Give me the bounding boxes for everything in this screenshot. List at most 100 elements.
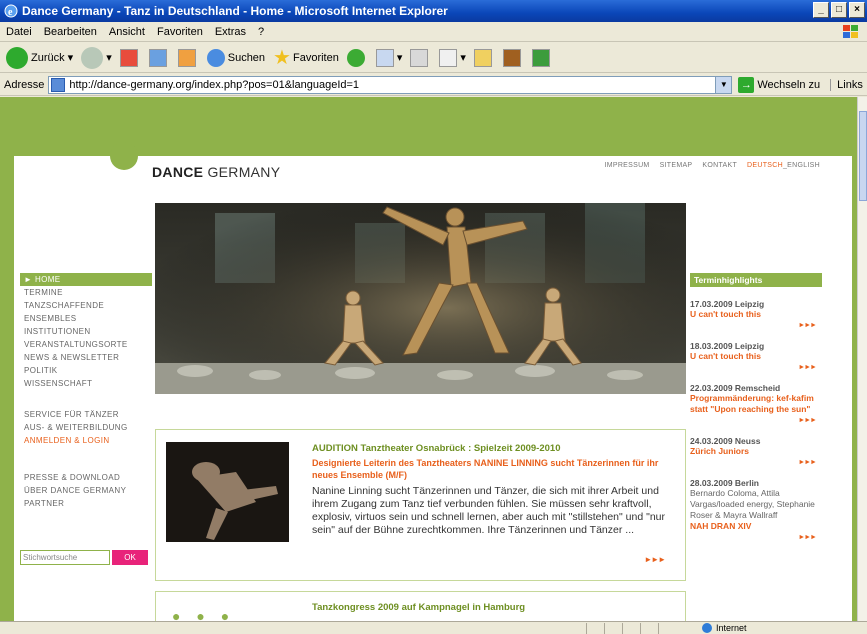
- page-viewport: DANCE GERMANY IMPRESSUM SITEMAP KONTAKT …: [0, 97, 857, 621]
- status-cells: [586, 622, 676, 634]
- event-date: 18.03.2009 Leipzig: [690, 341, 765, 351]
- news-title[interactable]: AUDITION Tanztheater Osnabrück : Spielze…: [312, 443, 560, 454]
- event-more-link[interactable]: ►►►: [690, 322, 822, 329]
- nav-news-newsletter[interactable]: NEWS & NEWSLETTER: [20, 351, 152, 364]
- event-item: 17.03.2009 Leipzig U can't touch this ►►…: [690, 299, 822, 329]
- nav-kontakt[interactable]: KONTAKT: [702, 162, 737, 169]
- nav-institutionen[interactable]: INSTITUTIONEN: [20, 325, 152, 338]
- site-logo[interactable]: DANCE GERMANY: [152, 164, 280, 180]
- toolbar: Zurück ▾ ▾ Suchen ★ Favoriten ▾ ▾: [0, 43, 867, 73]
- home-button[interactable]: [177, 48, 199, 67]
- nav-tanzschaffende[interactable]: TANZSCHAFFENDE: [20, 299, 152, 312]
- event-name[interactable]: Programmänderung: kef-kafim statt "Upon …: [690, 393, 822, 415]
- nav-weiterbildung[interactable]: AUS- & WEITERBILDUNG: [20, 421, 152, 434]
- nav-home[interactable]: ► HOME: [20, 273, 152, 286]
- event-name[interactable]: U can't touch this: [690, 309, 822, 320]
- news-subtitle: Designierte Leiterin des Tanztheaters NA…: [312, 458, 659, 480]
- globe-icon: [702, 623, 712, 633]
- news-thumbnail: [166, 442, 289, 542]
- nav-presse-download[interactable]: PRESSE & DOWNLOAD: [20, 471, 152, 484]
- nav-wissenschaft[interactable]: WISSENSCHAFT: [20, 377, 152, 390]
- event-name[interactable]: U can't touch this: [690, 351, 822, 362]
- menu-extras[interactable]: Extras: [215, 26, 246, 38]
- menu-ansicht[interactable]: Ansicht: [109, 26, 145, 38]
- address-dropdown-icon[interactable]: ▼: [715, 76, 732, 93]
- search-input[interactable]: Stichwortsuche: [20, 550, 110, 565]
- event-date: 28.03.2009 Berlin: [690, 478, 759, 488]
- menu-bearbeiten[interactable]: Bearbeiten: [44, 26, 97, 38]
- refresh-icon: [148, 48, 167, 67]
- back-arrow-icon: [6, 46, 28, 69]
- event-more-link[interactable]: ►►►: [690, 364, 822, 371]
- nav-sitemap[interactable]: SITEMAP: [660, 162, 693, 169]
- menu-bar: Datei Bearbeiten Ansicht Favoriten Extra…: [0, 22, 867, 42]
- event-item: 18.03.2009 Leipzig U can't touch this ►►…: [690, 341, 822, 371]
- vertical-scrollbar[interactable]: [857, 97, 867, 621]
- search-button[interactable]: Suchen: [206, 48, 265, 67]
- stop-icon: [119, 48, 138, 67]
- back-button[interactable]: Zurück ▾: [6, 46, 73, 69]
- nav-termine[interactable]: TERMINE: [20, 286, 152, 299]
- nav-anmelden-login[interactable]: ANMELDEN & LOGIN: [20, 434, 152, 447]
- mail-icon: [375, 48, 394, 67]
- nav-service-taenzer[interactable]: SERVICE FÜR TÄNZER: [20, 408, 152, 421]
- stop-button[interactable]: [119, 48, 141, 67]
- event-item: 28.03.2009 Berlin Bernardo Coloma, Attil…: [690, 478, 822, 541]
- favorites-button[interactable]: ★ Favoriten: [273, 45, 339, 70]
- home-icon: [177, 48, 196, 67]
- refresh-button[interactable]: [148, 48, 170, 67]
- folder-button[interactable]: [473, 48, 495, 67]
- menu-datei[interactable]: Datei: [6, 26, 32, 38]
- minimize-button[interactable]: _: [813, 2, 829, 18]
- news-title[interactable]: Tanzkongress 2009 auf Kampnagel in Hambu…: [312, 602, 525, 613]
- svg-text:e: e: [8, 7, 13, 18]
- address-input[interactable]: http://dance-germany.org/index.php?pos=0…: [48, 75, 733, 94]
- nav-politik[interactable]: POLITIK: [20, 364, 152, 377]
- history-button[interactable]: [346, 48, 368, 67]
- menu-help[interactable]: ?: [258, 26, 264, 38]
- edit-button[interactable]: ▾: [439, 48, 466, 67]
- news-item: AUDITION Tanztheater Osnabrück : Spielze…: [155, 429, 686, 581]
- nav-impressum[interactable]: IMPRESSUM: [604, 162, 649, 169]
- event-date: 22.03.2009 Remscheid: [690, 383, 781, 393]
- event-name[interactable]: NAH DRAN XIV: [690, 521, 822, 532]
- event-name[interactable]: Zürich Juniors: [690, 446, 822, 457]
- scrollbar-thumb[interactable]: [859, 111, 867, 201]
- window-title: Dance Germany - Tanz in Deutschland - Ho…: [22, 4, 448, 18]
- close-button[interactable]: ×: [849, 2, 865, 18]
- search-ok-button[interactable]: OK: [112, 550, 148, 565]
- event-more-link[interactable]: ►►►: [690, 534, 822, 541]
- mail-button[interactable]: ▾: [375, 48, 402, 67]
- nav-partner[interactable]: PARTNER: [20, 497, 152, 510]
- security-zone: Internet: [702, 623, 747, 633]
- nav-veranstaltungsorte[interactable]: VERANSTALTUNGSORTE: [20, 338, 152, 351]
- star-icon: ★: [273, 47, 291, 69]
- maximize-button[interactable]: □: [831, 2, 847, 18]
- event-more-link[interactable]: ►►►: [690, 459, 822, 466]
- go-button[interactable]: → Wechseln zu: [738, 76, 820, 93]
- nav-ueber-dance-germany[interactable]: ÜBER DANCE GERMANY: [20, 484, 152, 497]
- menu-favoriten[interactable]: Favoriten: [157, 26, 203, 38]
- event-description: Bernardo Coloma, Attila Vargas/loaded en…: [690, 488, 815, 520]
- folder-icon: [473, 48, 492, 67]
- nav-ensembles[interactable]: ENSEMBLES: [20, 312, 152, 325]
- research-button[interactable]: [502, 48, 524, 67]
- lang-deutsch[interactable]: DEUTSCH: [747, 162, 783, 169]
- forward-button[interactable]: ▾: [81, 46, 112, 69]
- event-more-link[interactable]: ►►►: [690, 417, 822, 424]
- print-icon: [410, 48, 429, 67]
- news-logo: ● ● ●: [172, 608, 236, 621]
- history-icon: [346, 48, 365, 67]
- research-icon: [502, 48, 521, 67]
- links-button[interactable]: Links: [830, 78, 863, 91]
- lang-english[interactable]: _ENGLISH: [783, 162, 820, 169]
- messenger-button[interactable]: [531, 48, 553, 67]
- print-button[interactable]: [410, 48, 431, 67]
- address-bar: Adresse http://dance-germany.org/index.p…: [0, 74, 867, 96]
- windows-logo-icon: [843, 25, 858, 38]
- news-more-link[interactable]: ►►►: [644, 555, 666, 564]
- event-date: 17.03.2009 Leipzig: [690, 299, 765, 309]
- page-icon: [51, 77, 66, 92]
- event-highlights: Terminhighlights 17.03.2009 Leipzig U ca…: [690, 273, 822, 541]
- word-icon: [439, 48, 458, 67]
